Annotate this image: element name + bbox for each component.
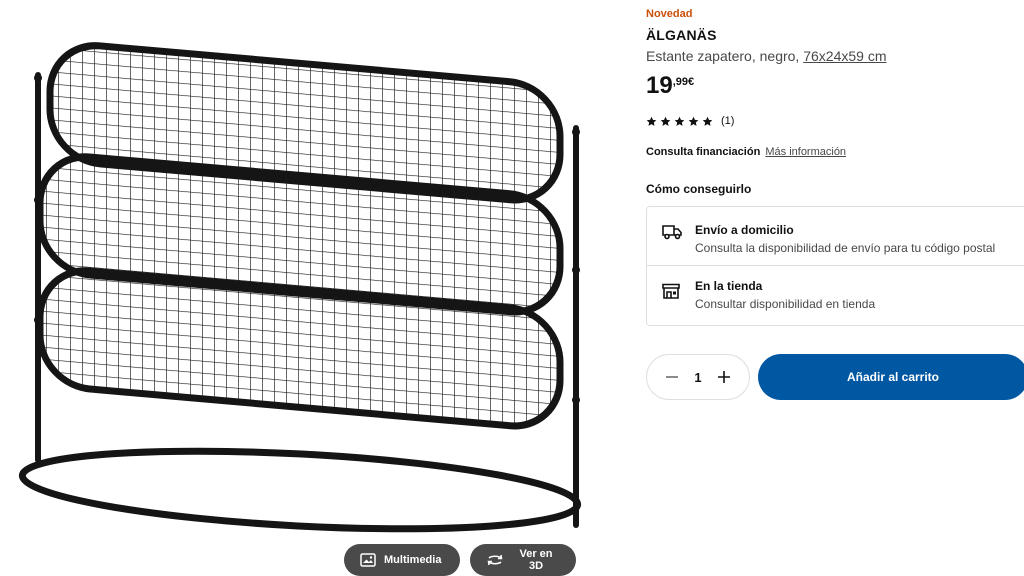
in-store-option[interactable]: En la tienda Consultar disponibilidad en…: [647, 265, 1024, 323]
in-store-title: En la tienda: [695, 279, 763, 293]
rating-stars: [646, 116, 713, 127]
add-to-cart-button[interactable]: Añadir al carrito: [758, 354, 1024, 400]
rotate-3d-icon: [486, 553, 504, 567]
product-image[interactable]: [10, 20, 600, 550]
product-gallery: Multimedia Ver en 3D: [0, 0, 600, 576]
minus-icon: [666, 376, 678, 378]
home-delivery-title: Envío a domicilio: [695, 223, 794, 237]
delivery-truck-icon: [662, 224, 682, 240]
quantity-stepper: 1: [646, 354, 750, 400]
product-rating[interactable]: (1): [646, 115, 734, 127]
home-delivery-option[interactable]: Envío a domicilio Consulta la disponibil…: [647, 207, 1024, 265]
view-3d-label: Ver en 3D: [519, 548, 553, 572]
price-decimal: ,99€: [672, 76, 695, 88]
product-description: Estante zapatero, negro, 76x24x59 cm: [646, 48, 887, 64]
product-price: 19 ,99€: [646, 72, 694, 100]
view-3d-button[interactable]: Ver en 3D: [470, 544, 576, 576]
multimedia-label: Multimedia: [384, 554, 442, 566]
financing-more-info-link[interactable]: Más información: [765, 146, 846, 158]
multimedia-button[interactable]: Multimedia: [344, 544, 460, 576]
product-description-text: Estante zapatero, negro,: [646, 48, 800, 64]
star-icon: [646, 116, 657, 126]
plus-icon: [718, 371, 730, 383]
star-icon: [702, 116, 713, 126]
quantity-value[interactable]: 1: [688, 370, 708, 385]
product-name: ÄLGANÄS: [646, 27, 717, 43]
price-integer: 19: [646, 72, 673, 99]
financing: Consulta financiación Más información: [646, 146, 846, 158]
financing-label: Consulta financiación: [646, 146, 761, 158]
product-page: Multimedia Ver en 3D Novedad ÄLGANÄS Est…: [0, 0, 1024, 576]
store-icon: [662, 283, 680, 299]
decrease-quantity-button[interactable]: [661, 366, 683, 388]
gallery-icon: [360, 553, 376, 567]
how-to-get-title: Cómo conseguirlo: [646, 182, 752, 196]
product-dimensions-link[interactable]: 76x24x59 cm: [803, 48, 886, 64]
home-delivery-subtitle: Consulta la disponibilidad de envío para…: [695, 241, 996, 255]
rating-count: (1): [721, 115, 735, 127]
increase-quantity-button[interactable]: [713, 366, 735, 388]
fulfillment-options: Envío a domicilio Consulta la disponibil…: [646, 206, 1024, 326]
star-icon: [674, 116, 685, 126]
product-info: Novedad ÄLGANÄS Estante zapatero, negro,…: [646, 0, 1024, 576]
star-icon: [660, 116, 671, 126]
star-icon: [688, 116, 699, 126]
new-badge: Novedad: [646, 8, 693, 20]
in-store-subtitle: Consultar disponibilidad en tienda: [695, 297, 876, 311]
